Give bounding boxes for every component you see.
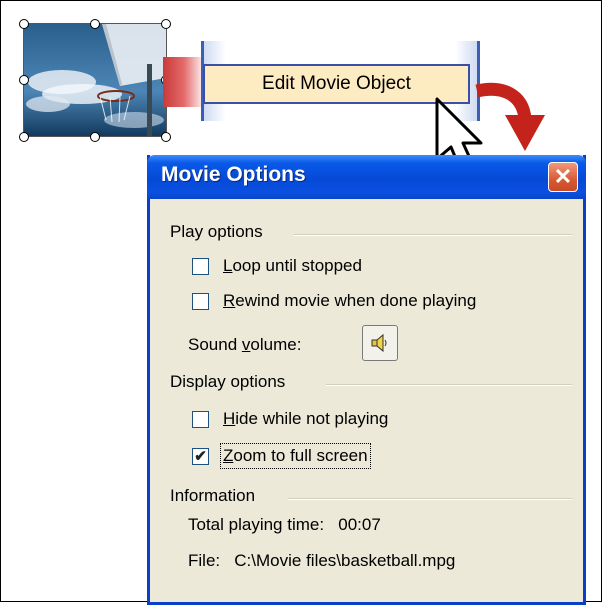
rewind-label: Rewind movie when done playing <box>223 291 477 310</box>
play-options-divider <box>294 234 572 236</box>
resize-handle-bottom[interactable] <box>90 132 100 142</box>
basketball-hoop-image <box>24 24 166 136</box>
resize-handle-top-right[interactable] <box>161 19 171 29</box>
close-button[interactable]: ✕ <box>548 162 578 192</box>
connector-highlight <box>163 57 205 107</box>
zoom-checkbox[interactable]: ✔ <box>192 447 209 465</box>
dialog-title: Movie Options <box>161 163 306 186</box>
information-heading: Information <box>170 486 256 505</box>
rewind-option[interactable]: Rewind movie when done playing <box>192 291 476 311</box>
total-playing-time: Total playing time: 00:07 <box>188 515 381 534</box>
canvas-frame: Edit Movie Object Movie Options ✕ Play o… <box>0 0 602 605</box>
speaker-icon <box>371 333 387 353</box>
sound-volume-button[interactable] <box>362 325 398 361</box>
resize-handle-top[interactable] <box>90 19 100 29</box>
loop-checkbox[interactable] <box>192 257 209 275</box>
zoom-label: Zoom to full screen <box>220 443 371 469</box>
resize-handle-bottom-right[interactable] <box>161 132 171 142</box>
movie-thumbnail[interactable] <box>23 23 167 137</box>
zoom-to-full-screen-option[interactable]: ✔ Zoom to full screen <box>192 443 371 469</box>
checkmark-icon: ✔ <box>194 447 207 465</box>
display-options-divider <box>326 384 572 386</box>
dialog-titlebar[interactable]: Movie Options ✕ <box>147 155 586 199</box>
loop-until-stopped-option[interactable]: Loop until stopped <box>192 256 362 276</box>
edit-movie-object-label: Edit Movie Object <box>262 73 411 94</box>
resize-handle-top-left[interactable] <box>19 19 29 29</box>
edit-movie-object-menu-item[interactable]: Edit Movie Object <box>203 64 470 104</box>
close-icon: ✕ <box>553 164 573 189</box>
information-divider <box>288 498 572 500</box>
display-options-heading: Display options <box>170 372 286 391</box>
movie-options-dialog: Movie Options ✕ Play options Loop until … <box>147 155 586 605</box>
play-options-heading: Play options <box>170 222 263 241</box>
rewind-checkbox[interactable] <box>192 292 209 310</box>
hide-label: Hide while not playing <box>223 409 389 428</box>
loop-label: Loop until stopped <box>223 256 362 275</box>
hide-checkbox[interactable] <box>192 410 209 428</box>
file-path: File: C:\Movie files\basketball.mpg <box>188 551 456 570</box>
sound-volume-label: Sound v olume: <box>188 335 302 354</box>
hide-while-not-playing-option[interactable]: Hide while not playing <box>192 409 388 429</box>
resize-handle-bottom-left[interactable] <box>19 132 29 142</box>
resize-handle-left[interactable] <box>19 75 29 85</box>
